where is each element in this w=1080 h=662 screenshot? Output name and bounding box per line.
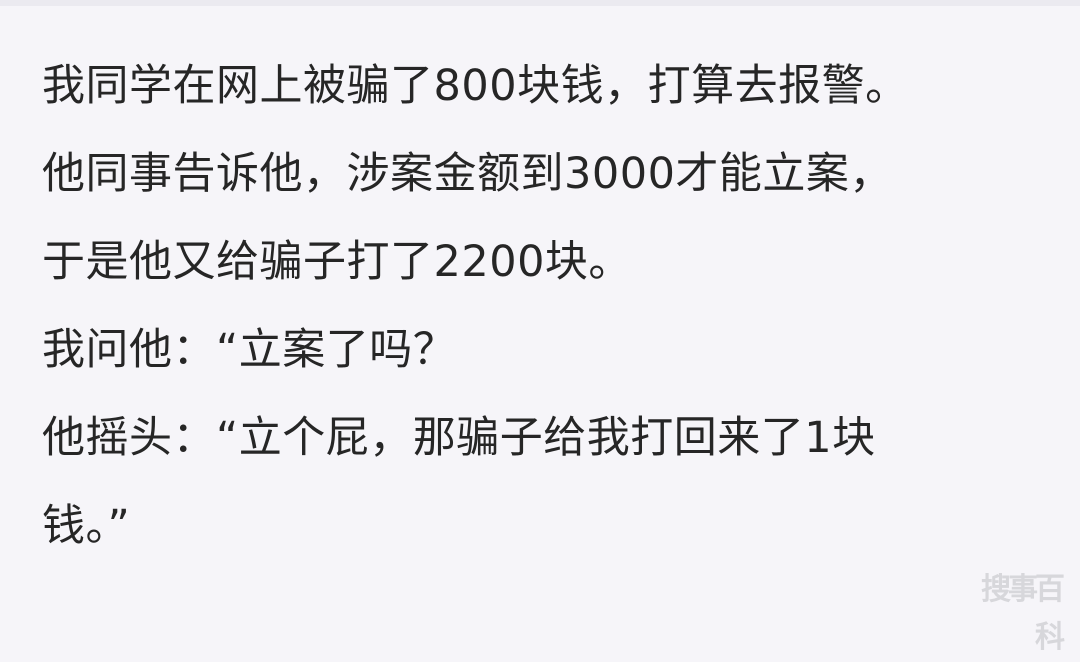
post-line-6: 钱。” [42,501,131,551]
post-line-3: 于是他又给骗子打了2200块。 [42,237,632,287]
watermark-logo: 搜事百科 [981,572,1065,655]
post-line-4: 我问他：“立案了吗？ [42,325,457,375]
post-body: 我同学在网上被骗了800块钱，打算去报警。 他同事告诉他，涉案金额到3000才能… [42,42,1052,570]
post-line-1: 我同学在网上被骗了800块钱，打算去报警。 [42,61,909,111]
top-divider [0,0,1080,6]
post-line-2: 他同事告诉他，涉案金额到3000才能立案， [42,149,893,199]
post-line-5: 他摇头：“立个屁，那骗子给我打回来了1块 [42,413,876,463]
